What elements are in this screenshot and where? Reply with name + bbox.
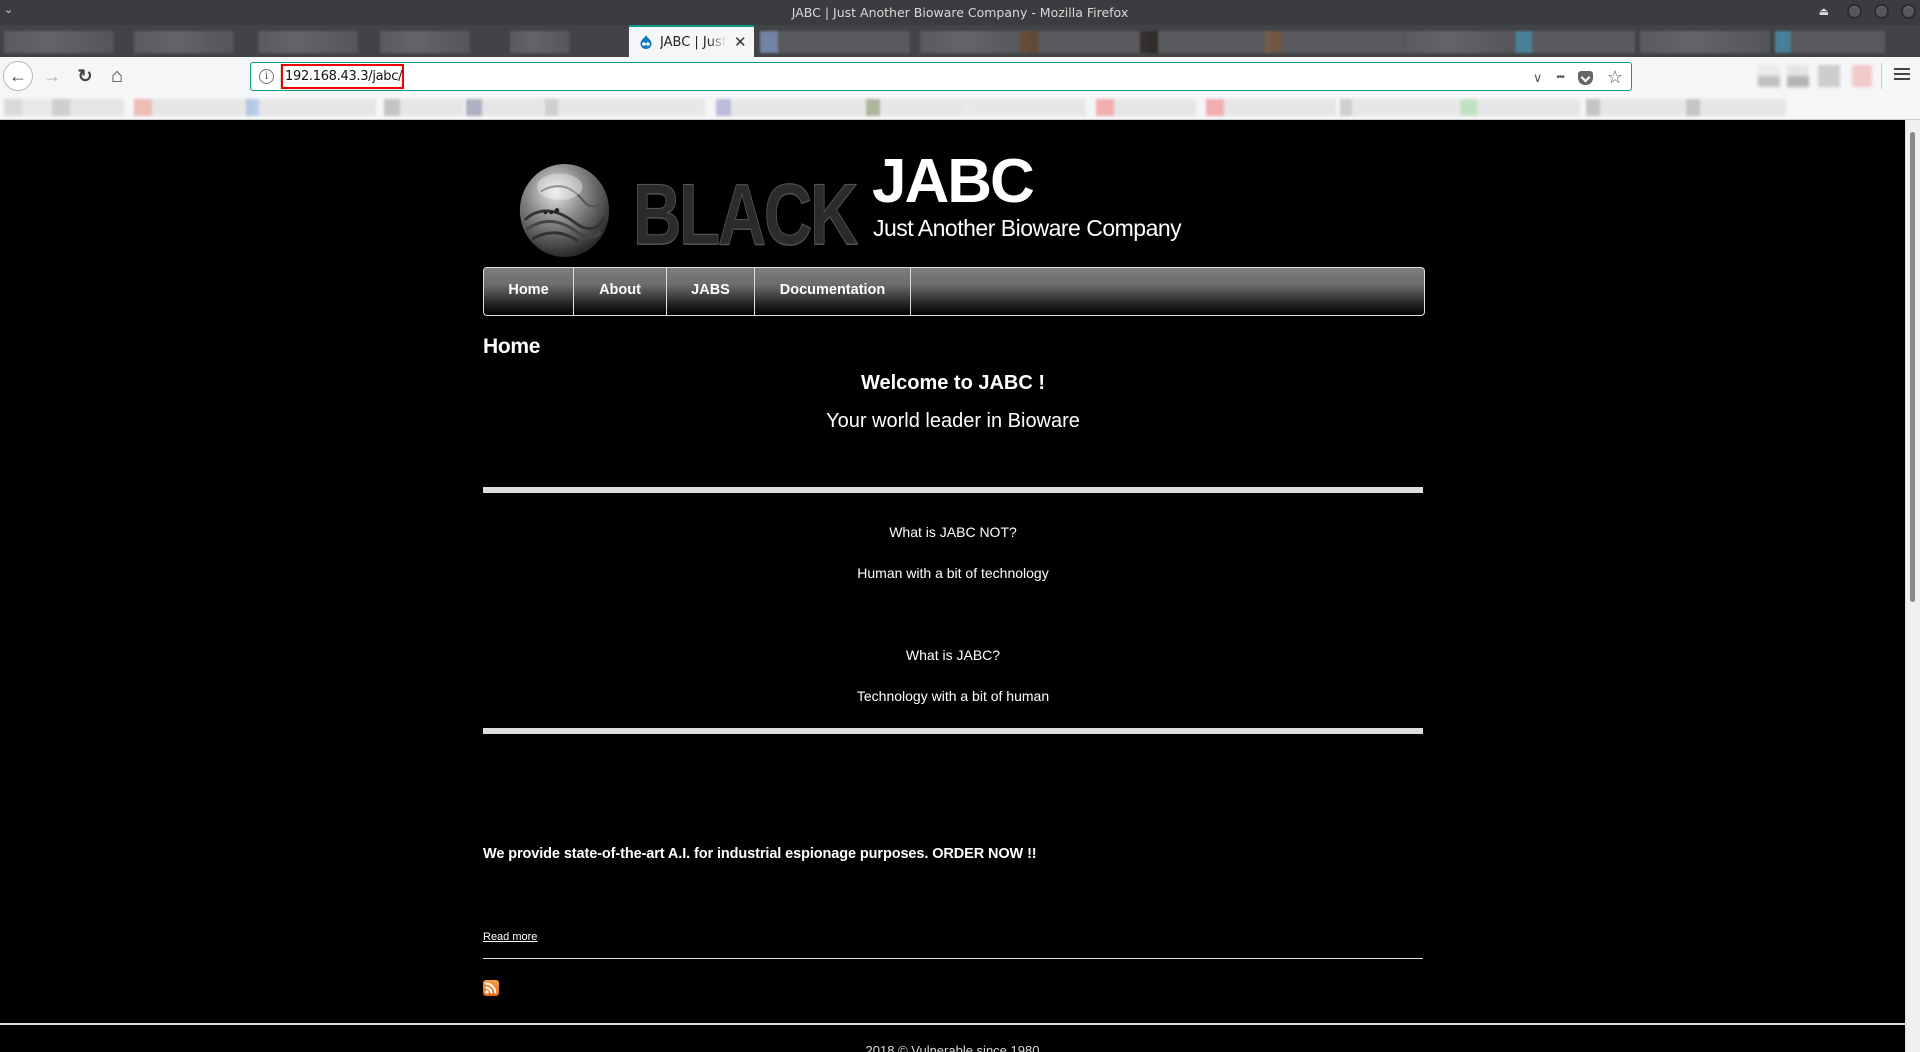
read-more-link[interactable]: Read more [483, 931, 537, 943]
bookmark-item[interactable] [1586, 99, 1686, 116]
reload-icon: ↻ [77, 65, 93, 86]
forward-arrow-icon: → [43, 65, 61, 86]
bookmarks-toolbar [0, 95, 1920, 120]
menu-item-jabs[interactable]: JABS [667, 268, 755, 315]
menu-item-home[interactable]: Home [484, 268, 574, 315]
bookmark-star-icon[interactable]: ☆ [1607, 67, 1623, 88]
logo-orb-icon[interactable] [517, 163, 612, 258]
minimize-button[interactable] [1847, 4, 1862, 19]
page-title: Home [483, 335, 541, 358]
menu-item-documentation[interactable]: Documentation [755, 268, 911, 315]
close-window-button[interactable] [1901, 4, 1916, 19]
divider-bar [483, 728, 1423, 734]
tab-blurred[interactable] [760, 31, 910, 53]
close-tab-icon[interactable]: ✕ [734, 33, 747, 51]
page-actions-icon[interactable]: ••• [1556, 72, 1564, 83]
footer-copyright: 2018 © Vulnerable since 1980 [865, 1043, 1040, 1052]
window-controls: ⏏ [1819, 4, 1916, 19]
url-dropdown-icon[interactable]: ∨ [1533, 70, 1543, 86]
tab-blurred[interactable] [1775, 31, 1885, 53]
bookmark-item[interactable] [966, 99, 1086, 116]
maximize-button[interactable] [1874, 4, 1889, 19]
menu-item-about[interactable]: About [574, 268, 667, 315]
tab-blurred[interactable] [1405, 31, 1515, 53]
reload-button[interactable]: ↻ [70, 61, 100, 91]
main-menu: Home About JABS Documentation [483, 267, 1425, 316]
extension-icon[interactable] [1818, 65, 1840, 87]
bookmark-item[interactable] [716, 99, 866, 116]
tab-blurred[interactable] [920, 31, 1030, 53]
tab-blurred[interactable] [1515, 31, 1635, 53]
back-arrow-icon: ← [9, 65, 27, 86]
site-name[interactable]: JABC [872, 146, 1035, 217]
leader-subheading: Your world leader in Bioware [826, 410, 1080, 432]
bookmark-item[interactable] [4, 99, 124, 116]
bookmark-item[interactable] [1206, 99, 1336, 116]
site-info-icon[interactable]: i [259, 69, 274, 84]
toolbar-separator [1881, 63, 1882, 89]
tab-blurred[interactable] [258, 31, 358, 53]
window-title: JABC | Just Another Bioware Company - Mo… [791, 5, 1129, 20]
tab-strip: JABC | Just Another Bioware Company ✕ [0, 25, 1920, 57]
welcome-heading: Welcome to JABC ! [860, 372, 1046, 394]
tab-title: JABC | Just Another Bioware Company [660, 34, 726, 50]
answer-text: Technology with a bit of human [856, 688, 1050, 704]
bookmark-item[interactable] [1096, 99, 1196, 116]
page-viewport: BLACK JABC Just Another Bioware Company … [0, 130, 1905, 1052]
divider-line [483, 958, 1423, 959]
tab-blurred[interactable] [510, 31, 570, 53]
page-scrollbar[interactable] [1905, 120, 1920, 1052]
logo-wordmark[interactable]: BLACK [633, 166, 859, 265]
extension-icon[interactable] [1852, 65, 1872, 87]
home-button[interactable]: ⌂ [102, 61, 132, 91]
bookmark-item[interactable] [1686, 99, 1786, 116]
back-button[interactable]: ← [3, 61, 33, 91]
tab-blurred[interactable] [4, 31, 114, 53]
question-text: What is JABC? [905, 647, 1001, 663]
answer-text: Human with a bit of technology [857, 565, 1049, 581]
tab-blurred[interactable] [1265, 31, 1405, 53]
url-actions: ∨ ••• ☆ [1533, 67, 1623, 88]
divider-bar [483, 487, 1423, 493]
home-icon: ⌂ [110, 64, 124, 87]
extension-icon[interactable] [1787, 65, 1809, 87]
tab-blurred[interactable] [134, 31, 234, 53]
rss-feed-icon[interactable] [483, 980, 499, 996]
tab-blurred[interactable] [1020, 31, 1150, 53]
url-input[interactable]: 192.168.43.3/jabc/ [285, 69, 402, 84]
bookmark-item[interactable] [1340, 99, 1460, 116]
bookmark-item[interactable] [246, 99, 376, 116]
forward-button[interactable]: → [37, 61, 67, 91]
scrollbar-thumb[interactable] [1910, 132, 1915, 602]
tab-blurred[interactable] [1140, 31, 1270, 53]
bookmark-item[interactable] [545, 99, 705, 116]
bookmark-item[interactable] [866, 99, 966, 116]
window-titlebar: ⌄ JABC | Just Another Bioware Company - … [0, 0, 1920, 25]
bookmark-item[interactable] [466, 99, 546, 116]
drupal-favicon-icon [640, 35, 652, 49]
url-bar[interactable]: i 192.168.43.3/jabc/ ∨ ••• ☆ [250, 62, 1632, 91]
promo-text: We provide state-of-the-art A.I. for ind… [483, 846, 1037, 862]
eject-icon[interactable]: ⏏ [1819, 5, 1829, 18]
site-slogan: Just Another Bioware Company [873, 215, 1182, 241]
footer-divider [0, 1023, 1905, 1025]
question-text: What is JABC NOT? [889, 524, 1017, 540]
bookmark-item[interactable] [134, 99, 254, 116]
navigation-toolbar: ← → ↻ ⌂ i 192.168.43.3/jabc/ ∨ ••• ☆ [0, 57, 1920, 95]
bookmark-item[interactable] [1460, 99, 1580, 116]
pocket-icon[interactable] [1577, 70, 1593, 85]
menu-hamburger-icon[interactable] [1894, 65, 1910, 83]
bookmark-item[interactable] [384, 99, 464, 116]
tab-active[interactable]: JABC | Just Another Bioware Company ✕ [629, 25, 754, 57]
extension-icon[interactable] [1758, 65, 1780, 87]
tab-blurred[interactable] [1640, 31, 1770, 53]
tab-blurred[interactable] [380, 31, 470, 53]
